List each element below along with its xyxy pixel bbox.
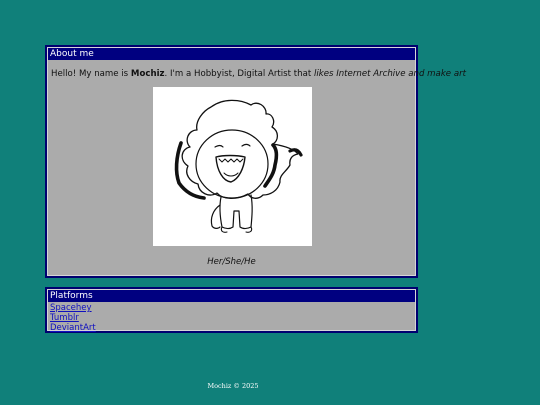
pronouns: Her/She/He xyxy=(207,257,256,267)
character-drawing xyxy=(174,99,303,233)
deviantart-link[interactable]: DeviantArt xyxy=(50,323,416,333)
about-panel: About me Hello! My name is Mochiz. I'm a… xyxy=(45,45,466,278)
intro-prefix: Hello! My name is xyxy=(51,69,131,79)
footer-copyright: Mochiz © 2025 xyxy=(207,382,259,390)
about-titlebar: About me xyxy=(48,48,415,60)
character-art xyxy=(153,87,312,246)
platforms-panel: Platforms Spacehey Tumblr DeviantArt xyxy=(45,287,418,333)
spacehey-link[interactable]: Spacehey xyxy=(50,303,416,313)
tumblr-link[interactable]: Tumblr xyxy=(50,313,416,323)
intro-italic: likes Internet Archive and make art xyxy=(313,69,466,79)
platform-links: Spacehey Tumblr DeviantArt xyxy=(50,303,416,333)
artist-name: Mochiz xyxy=(130,69,165,79)
platforms-titlebar: Platforms xyxy=(48,290,415,302)
intro-middle: . I'm a Hobbyist, Digital Artist that xyxy=(164,69,314,79)
about-intro: Hello! My name is Mochiz. I'm a Hobbyist… xyxy=(51,69,466,79)
